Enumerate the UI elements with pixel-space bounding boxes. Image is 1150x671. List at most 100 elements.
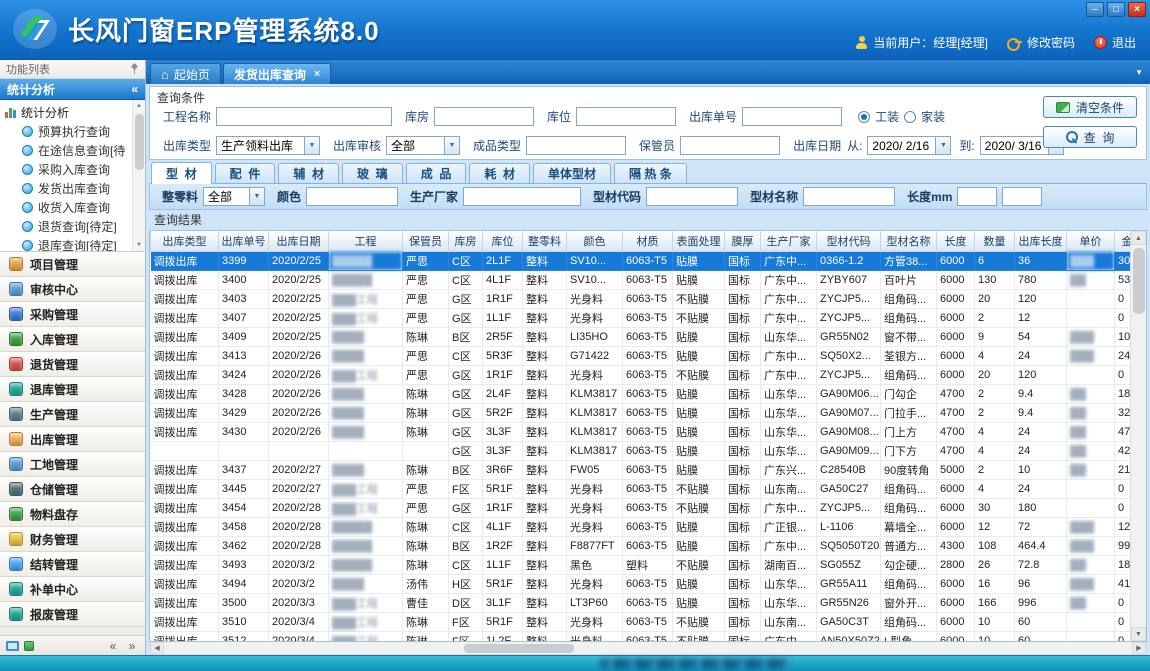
sidebar-menu-item[interactable]: 财务管理 [0, 527, 145, 552]
table-row[interactable]: 调拨出库34072020/2/25▓▓▓工程严思G区1L1F整料光身料6063-… [151, 308, 1140, 327]
radio-home[interactable] [904, 111, 916, 123]
date-from-picker[interactable]: 2020/ 2/16 ▼ [867, 136, 951, 155]
scroll-up-icon[interactable]: ▲ [1131, 231, 1146, 245]
column-header[interactable]: 数量 [975, 231, 1015, 251]
scroll-thumb[interactable] [464, 644, 574, 653]
statistics-group-header[interactable]: 统计分析 « [0, 79, 145, 100]
table-row[interactable]: 调拨出库34032020/2/25▓▓▓工程严思G区1R1F整料光身料6063-… [151, 289, 1140, 308]
table-row[interactable]: 调拨出库34302020/2/26▓▓▓▓陈琳G区3L3F整料KLM381760… [151, 422, 1140, 441]
table-row[interactable]: 调拨出库35122020/3/4▓▓▓工程陈琳F区1L2F整料光身料6063-T… [151, 631, 1140, 642]
column-header[interactable]: 膜厚 [725, 231, 761, 251]
table-row[interactable]: 调拨出库34542020/2/28▓▓▓工程严思G区1R1F整料光身料6063-… [151, 498, 1140, 517]
table-row[interactable]: 调拨出库34372020/2/27▓▓▓▓陈琳B区3R6F整料FW056063-… [151, 460, 1140, 479]
length-to-input[interactable] [1002, 187, 1042, 206]
project-name-input[interactable] [216, 107, 392, 126]
pin-icon[interactable] [130, 64, 139, 74]
sidebar-menu-item[interactable]: 报废管理 [0, 602, 145, 627]
scroll-down-icon[interactable]: ▼ [1131, 627, 1146, 641]
column-header[interactable]: 表面处理 [673, 231, 725, 251]
column-header[interactable]: 库位 [483, 231, 523, 251]
warehouse-input[interactable] [434, 107, 534, 126]
column-header[interactable]: 保管员 [403, 231, 449, 251]
column-header[interactable]: 出库日期 [269, 231, 329, 251]
material-tab[interactable]: 单体型材 [533, 163, 611, 183]
length-from-input[interactable] [957, 187, 997, 206]
order-no-input[interactable] [742, 107, 842, 126]
material-tab[interactable]: 型 材 [151, 162, 212, 184]
dropdown-arrow-icon[interactable]: ▼ [444, 137, 459, 154]
sidebar-menu-item[interactable]: 项目管理 [0, 252, 145, 277]
column-header[interactable]: 材质 [623, 231, 673, 251]
column-header[interactable]: 出库类型 [151, 231, 219, 251]
scroll-down-icon[interactable]: ▼ [133, 239, 145, 251]
table-row[interactable]: G区3L3F整料KLM38176063-T5贴膜国标山东华...GA90M09.… [151, 441, 1140, 460]
modules-icon[interactable] [24, 641, 34, 651]
tree-scrollbar[interactable]: ▲ ▼ [132, 100, 145, 251]
table-row[interactable]: 调拨出库34092020/2/25▓▓▓▓陈琳B区2R5F整料LI35HO606… [151, 327, 1140, 346]
table-row[interactable]: 调拨出库34942020/3/2▓▓▓▓汤伟H区5R1F整料光身料6063-T5… [151, 574, 1140, 593]
scroll-left-icon[interactable]: ◀ [150, 642, 164, 654]
column-header[interactable]: 单价 [1067, 231, 1115, 251]
profile-name-input[interactable] [803, 187, 895, 206]
table-row[interactable]: 调拨出库34282020/2/26▓▓▓▓陈琳G区2L4F整料KLM381760… [151, 384, 1140, 403]
horizontal-scrollbar[interactable]: ◀ ▶ [149, 642, 1147, 655]
column-header[interactable]: 长度 [937, 231, 975, 251]
material-tab[interactable]: 辅 材 [278, 163, 339, 183]
sidebar-menu-item[interactable]: 出库管理 [0, 427, 145, 452]
table-row[interactable]: 调拨出库34932020/3/2▓▓▓▓▓陈琳C区1L1F整料黑色塑料不贴膜国标… [151, 555, 1140, 574]
tab[interactable]: ⌂起始页 [150, 63, 221, 84]
audit-select[interactable]: 全部 ▼ [386, 136, 460, 155]
dropdown-arrow-icon[interactable]: ▼ [304, 137, 319, 154]
tree-item[interactable]: 采购入库查询 [5, 160, 131, 179]
sidebar-menu-item[interactable]: 退货管理 [0, 352, 145, 377]
tabstrip-menu-icon[interactable]: ▼ [1135, 68, 1143, 77]
table-row[interactable]: 调拨出库34002020/2/25▓▓▓▓▓严思C区4L1F整料SV10...6… [151, 270, 1140, 289]
material-tab[interactable]: 成 品 [406, 163, 467, 183]
pager-next-button[interactable]: » [125, 639, 139, 653]
out-type-select[interactable]: 生产领料出库 ▼ [216, 136, 320, 155]
column-header[interactable]: 整零料 [523, 231, 567, 251]
column-header[interactable]: 生产厂家 [761, 231, 817, 251]
column-header[interactable]: 库房 [449, 231, 483, 251]
tab-active[interactable]: 发货出库查询× [223, 63, 331, 84]
dropdown-arrow-icon[interactable]: ▼ [249, 188, 264, 205]
table-row[interactable]: 调拨出库34582020/2/28▓▓▓▓▓陈琳C区4L1F整料光身料6063-… [151, 517, 1140, 536]
column-header[interactable]: 型材名称 [881, 231, 937, 251]
monitor-icon[interactable] [6, 641, 19, 651]
material-tab[interactable]: 隔 热 条 [614, 163, 687, 183]
scroll-up-icon[interactable]: ▲ [133, 100, 145, 112]
color-input[interactable] [306, 187, 398, 206]
keeper-input[interactable] [680, 136, 780, 155]
search-button[interactable]: 查 询 [1043, 126, 1137, 148]
column-header[interactable]: 出库长度 [1015, 231, 1067, 251]
change-password-button[interactable]: 修改密码 [1027, 34, 1075, 51]
location-input[interactable] [576, 107, 676, 126]
sidebar-menu-item[interactable]: 入库管理 [0, 327, 145, 352]
table-row[interactable]: 调拨出库34132020/2/26▓▓▓▓严思C区5R3F整料G71422606… [151, 346, 1140, 365]
logout-button[interactable]: 退出 [1112, 34, 1136, 51]
scroll-right-icon[interactable]: ▶ [1132, 642, 1146, 654]
dropdown-arrow-icon[interactable]: ▼ [935, 137, 950, 154]
tree-item[interactable]: 预算执行查询 [5, 122, 131, 141]
material-tab[interactable]: 配 件 [215, 163, 276, 183]
sidebar-menu-item[interactable]: 生产管理 [0, 402, 145, 427]
collapse-icon[interactable]: « [131, 82, 138, 96]
manufacturer-input[interactable] [463, 187, 581, 206]
sidebar-menu-item[interactable]: 审核中心 [0, 277, 145, 302]
table-row[interactable]: 调拨出库33992020/2/25▓▓▓▓▓严思C区2L1F整料SV10...6… [151, 251, 1140, 270]
tree-item[interactable]: 退货查询[待定] [5, 217, 131, 236]
maximize-button[interactable]: □ [1107, 2, 1125, 17]
close-button[interactable]: × [1128, 2, 1146, 17]
scroll-thumb[interactable] [1133, 248, 1145, 314]
clear-conditions-button[interactable]: 清空条件 [1043, 96, 1137, 118]
table-row[interactable]: 调拨出库34452020/2/27▓▓▓工程严思F区5R1F整料光身料6063-… [151, 479, 1140, 498]
sidebar-menu-item[interactable]: 退库管理 [0, 377, 145, 402]
sidebar-menu-item[interactable]: 物料盘存 [0, 502, 145, 527]
sidebar-menu-item[interactable]: 补单中心 [0, 577, 145, 602]
column-header[interactable]: 型材代码 [817, 231, 881, 251]
table-row[interactable]: 调拨出库35002020/3/3▓▓▓工程曹佳D区3L1F整料LT3P60606… [151, 593, 1140, 612]
column-header[interactable]: 工程 [329, 231, 403, 251]
scroll-thumb[interactable] [135, 114, 144, 170]
tree-item[interactable]: 在途信息查询[待 [5, 141, 131, 160]
column-header[interactable]: 出库单号 [219, 231, 269, 251]
